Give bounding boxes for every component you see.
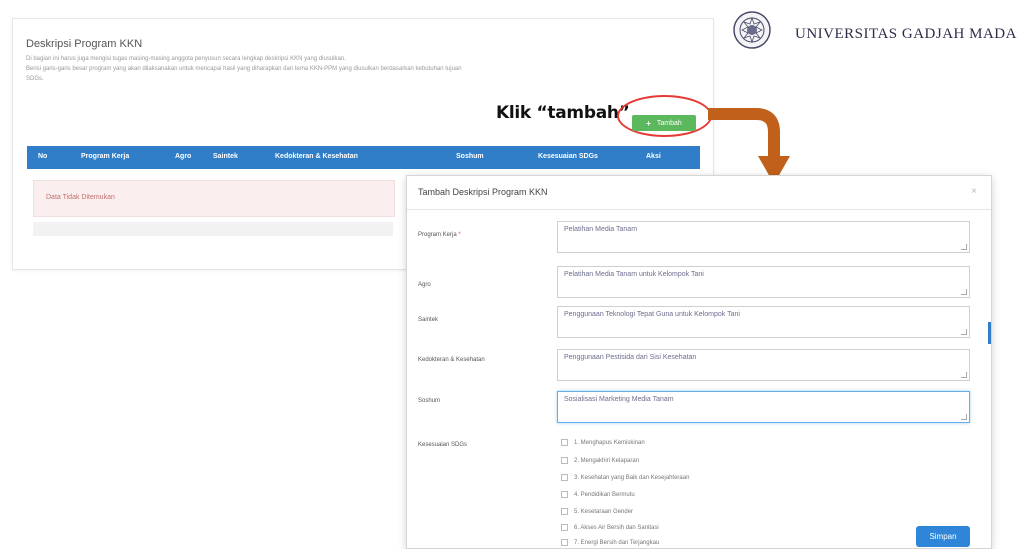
description-line: SDGs.	[26, 76, 44, 82]
sdgs-option[interactable]: 6. Akses Air Bersih dan Sanitasi	[561, 524, 659, 531]
description-line: Berisi garis-garis besar program yang ak…	[26, 66, 462, 72]
resize-handle-icon[interactable]	[961, 372, 967, 378]
sdgs-option[interactable]: 2. Mengakhiri Kelaparan	[561, 457, 639, 464]
soshum-input[interactable]: Sosialisasi Marketing Media Tanam	[557, 391, 970, 423]
column-header-no: No	[38, 153, 48, 160]
required-mark: *	[458, 232, 461, 238]
sdgs-label: Kesesuaian SDGs	[418, 442, 468, 448]
column-header-agro: Agro	[175, 153, 192, 160]
agro-label: Agro	[418, 282, 431, 288]
empty-table-message: Data Tidak Ditemukan	[33, 180, 395, 217]
ugm-seal-icon	[733, 11, 771, 49]
kedokteran-input[interactable]: Penggunaan Pestisida dari Sisi Kesehatan	[557, 349, 970, 381]
soshum-label: Soshum	[418, 398, 441, 404]
checkbox[interactable]	[561, 539, 568, 546]
annotation-arrow-icon	[708, 108, 790, 184]
column-header-soshum: Soshum	[456, 153, 484, 160]
checkbox[interactable]	[561, 508, 568, 515]
column-header-kedokteran: Kedokteran & Kesehatan	[275, 153, 358, 160]
column-header-program-kerja: Program Kerja	[81, 153, 130, 160]
sdgs-option[interactable]: 4. Pendidikan Bermutu	[561, 491, 635, 498]
column-header-sdgs: Kesesuaian SDGs	[538, 153, 598, 160]
resize-handle-icon[interactable]	[961, 414, 967, 420]
close-icon[interactable]: ×	[971, 186, 977, 197]
empty-message-text: Data Tidak Ditemukan	[46, 194, 115, 201]
sdgs-option[interactable]: 7. Energi Bersih dan Terjangkau	[561, 539, 659, 546]
resize-handle-icon[interactable]	[961, 244, 967, 250]
checkbox[interactable]	[561, 457, 568, 464]
resize-handle-icon[interactable]	[961, 289, 967, 295]
annotation-text: Klik “tambah”	[496, 103, 630, 123]
saintek-label: Saintek	[418, 317, 439, 323]
agro-input[interactable]: Pelatihan Media Tanam untuk Kelompok Tan…	[557, 266, 970, 298]
resize-handle-icon[interactable]	[961, 329, 967, 335]
sdgs-option[interactable]: 5. Kesetaraan Gender	[561, 508, 633, 515]
add-button-label: Tambah	[656, 119, 682, 127]
save-button[interactable]: Simpan	[916, 526, 970, 547]
plus-icon: +	[646, 118, 651, 128]
column-header-saintek: Saintek	[213, 153, 238, 160]
saintek-input[interactable]: Penggunaan Teknologi Tepat Guna untuk Ke…	[557, 306, 970, 338]
sdgs-option[interactable]: 3. Kesehatan yang Baik dan Kesejahteraan	[561, 474, 689, 481]
modal-header: Tambah Deskripsi Program KKN ×	[407, 176, 991, 210]
table-footer-row	[33, 222, 393, 236]
program-kerja-input[interactable]: Pelatihan Media Tanam	[557, 221, 970, 253]
kedokteran-label: Kedokteran & Kesehatan	[418, 357, 485, 363]
description-line: Di bagian ini harus juga mengisi tugas m…	[26, 56, 346, 62]
section-title: Deskripsi Program KKN	[26, 38, 143, 50]
add-button[interactable]: + Tambah	[632, 115, 696, 131]
modal-title: Tambah Deskripsi Program KKN	[418, 187, 548, 197]
scrollbar[interactable]	[988, 322, 991, 344]
program-kerja-label: Program Kerja *	[418, 232, 461, 238]
university-name: UNIVERSITAS GADJAH MADA	[795, 26, 1017, 42]
checkbox[interactable]	[561, 439, 568, 446]
section-description: Di bagian ini harus juga mengisi tugas m…	[26, 54, 706, 84]
add-program-modal: Tambah Deskripsi Program KKN × Program K…	[406, 175, 992, 549]
column-header-aksi: Aksi	[646, 153, 661, 160]
sdgs-option[interactable]: 1. Menghapus Kemiskinan	[561, 439, 645, 446]
table-header: No Program Kerja Agro Saintek Kedokteran…	[27, 146, 700, 169]
checkbox[interactable]	[561, 474, 568, 481]
checkbox[interactable]	[561, 524, 568, 531]
checkbox[interactable]	[561, 491, 568, 498]
